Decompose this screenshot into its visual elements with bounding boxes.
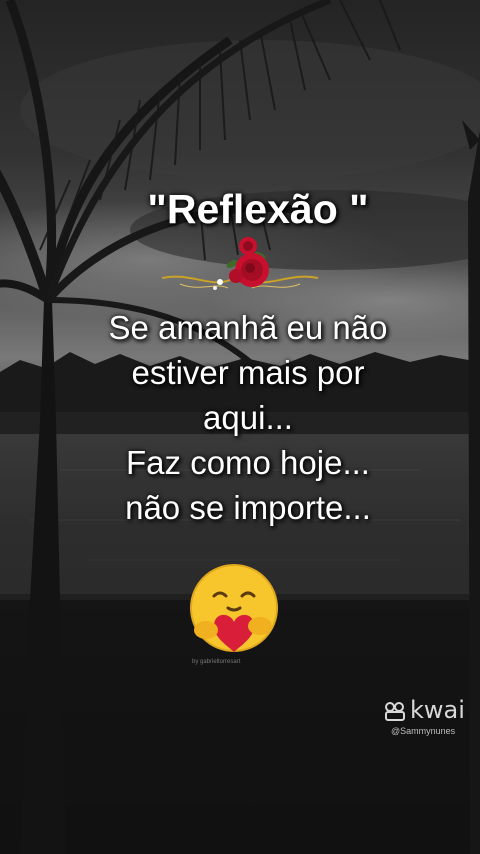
hugging-heart-face-icon: [190, 564, 278, 652]
kwai-camera-icon: [385, 702, 405, 721]
story-frame: "Reflexão " Se amanhã eu não estiver mai…: [0, 0, 480, 854]
kwai-watermark: kwai: [384, 696, 470, 724]
creator-handle: @Sammynunes: [391, 726, 456, 736]
post-title: "Reflexão ": [147, 186, 369, 232]
message-line: estiver mais por: [131, 354, 365, 391]
message-line: Se amanhã eu não: [108, 309, 388, 346]
red-roses-ornament-icon: [161, 237, 319, 290]
message-line: aqui...: [203, 399, 293, 436]
message-line: não se importe...: [125, 489, 371, 526]
emoji-credit: by gabrieltorresart: [192, 659, 241, 665]
reflection-message: Se amanhã eu não estiver mais por aqui..…: [0, 305, 480, 530]
message-line: Faz como hoje...: [126, 444, 370, 481]
kwai-brand-text: kwai: [410, 696, 465, 724]
